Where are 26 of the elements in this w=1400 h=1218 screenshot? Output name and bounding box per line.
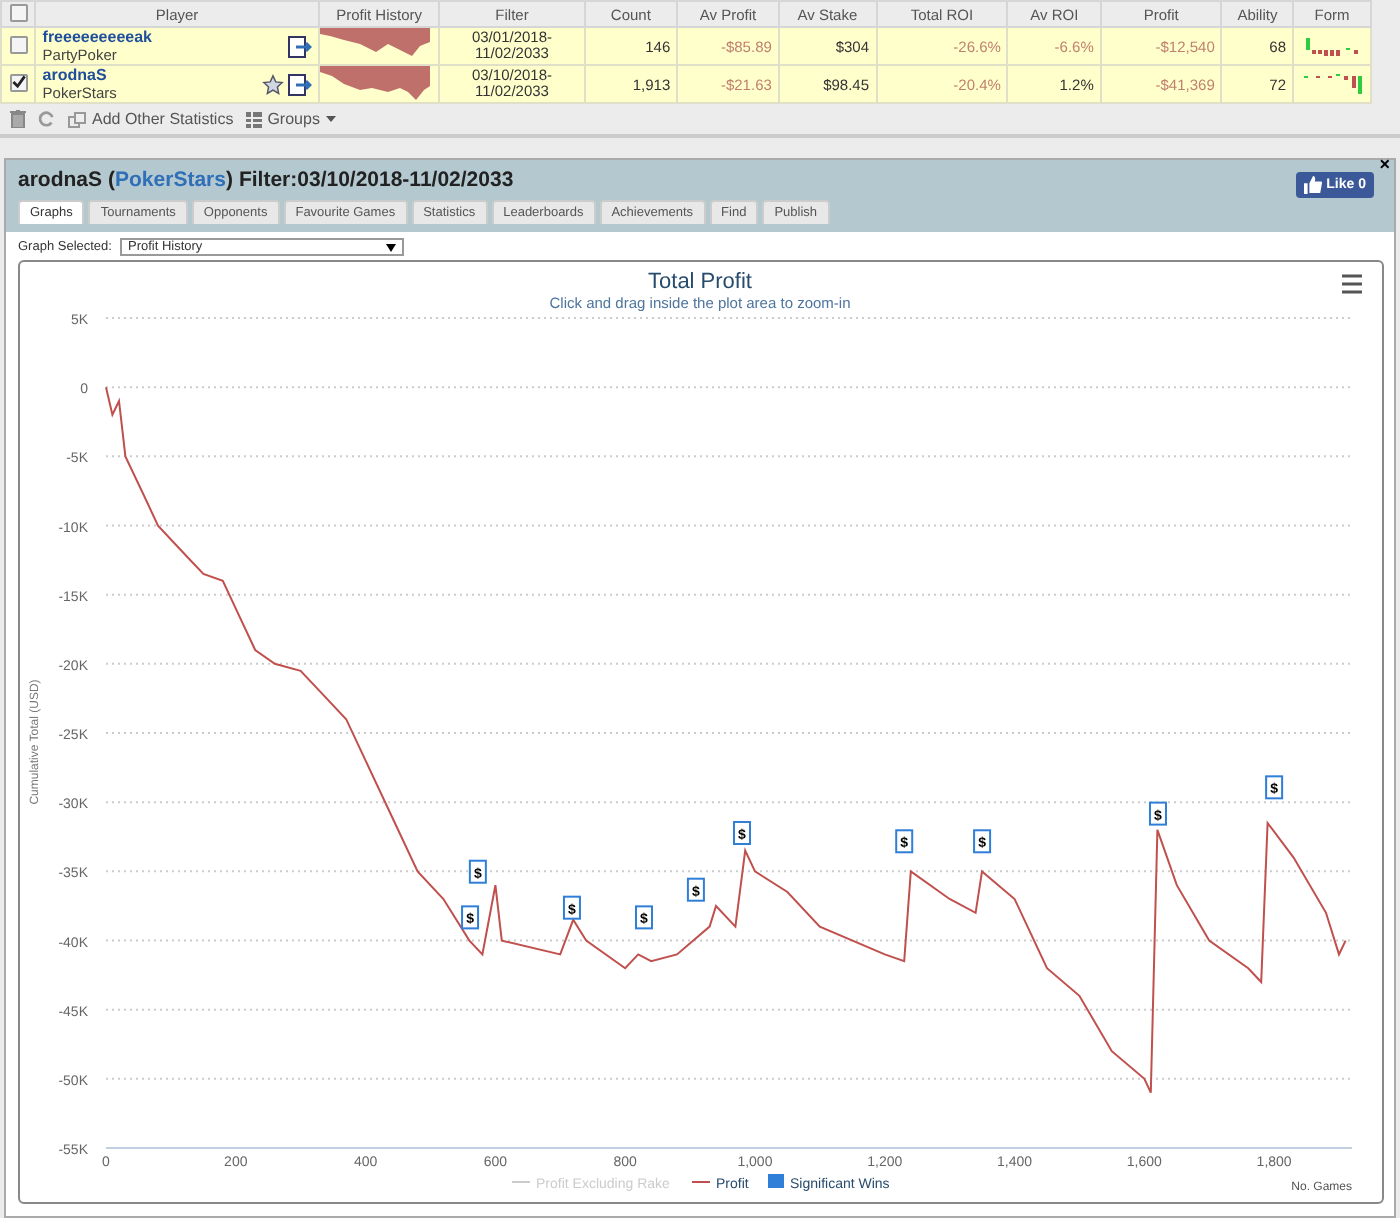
player-link[interactable]: freeeeeeeeeak [42, 28, 284, 46]
row-checkbox[interactable] [9, 35, 28, 53]
player-link[interactable]: arodnaS [42, 66, 258, 84]
open-panel-icon[interactable] [287, 73, 312, 95]
form-chart [1303, 74, 1361, 94]
caret-icon [325, 116, 336, 122]
chart-title: Total Profit [648, 270, 752, 294]
bracket: ) [225, 168, 233, 192]
form-chart [1306, 37, 1358, 55]
select-all-checkbox[interactable] [9, 3, 28, 21]
close-icon[interactable]: × [1379, 154, 1390, 174]
row-checkbox[interactable] [9, 73, 28, 92]
filter-range: Filter:03/10/2018-11/02/2033 [238, 168, 514, 192]
profit-history-sparkline [319, 66, 430, 102]
groups-dropdown[interactable]: Groups [245, 110, 336, 128]
menu-icon[interactable] [1340, 274, 1364, 294]
add-statistics-button[interactable]: Add Other Statistics [68, 110, 234, 128]
caret-icon [385, 243, 396, 251]
bracket: ( [108, 168, 116, 192]
copy-icon [68, 111, 86, 127]
thumbs-up-icon [1304, 176, 1323, 194]
player-name: arodnaS [18, 168, 103, 192]
grid-icon [245, 111, 262, 127]
open-panel-icon[interactable] [287, 35, 312, 57]
star-icon[interactable] [261, 73, 284, 95]
trash-icon[interactable] [10, 110, 26, 128]
